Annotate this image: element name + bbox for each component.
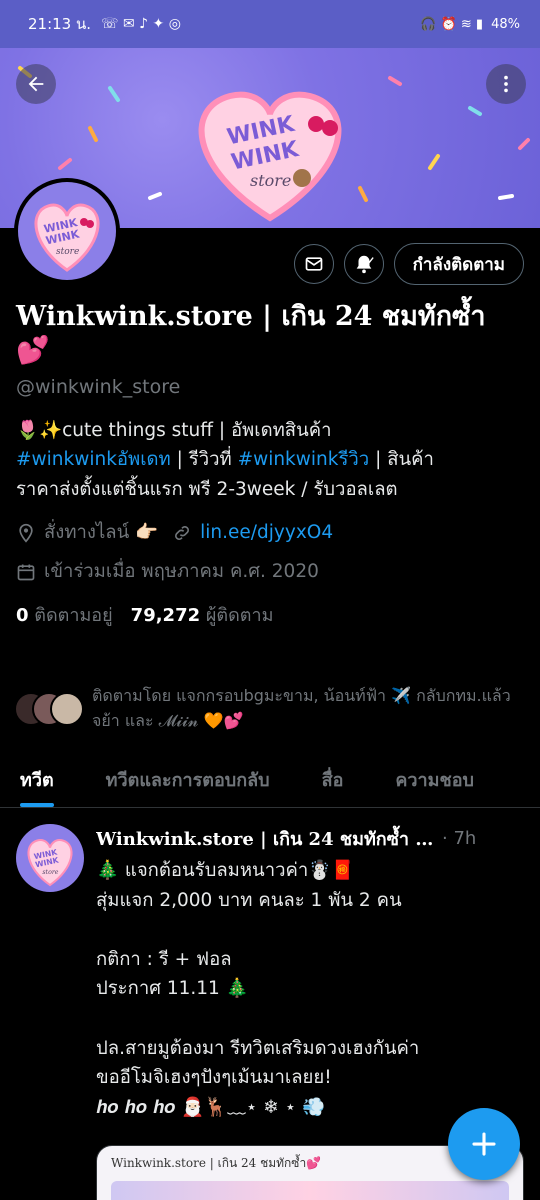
- location-icon: [19, 523, 33, 543]
- mutual-avatars: [14, 692, 84, 728]
- following-count-link[interactable]: 0 ติดตามอยู่: [16, 600, 113, 629]
- message-button[interactable]: [293, 244, 334, 284]
- bio-line-1: 🌷✨cute things stuff | อัพเดทสินค้า: [16, 419, 332, 441]
- bio: 🌷✨cute things stuff | อัพเดทสินค้า #wink…: [16, 416, 524, 505]
- website-link[interactable]: lin.ee/djyyxO4: [200, 522, 333, 543]
- following-count: 0: [16, 605, 29, 627]
- calendar-icon: [17, 564, 35, 581]
- profile-info: Winkwink.store | เกิน 24 ชมทักซ้ำ 💕 @win…: [16, 300, 524, 629]
- tweet-header: Winkwink.store | เกิน 24 ชมทักซ้ำ 💕 · 7h: [96, 820, 526, 856]
- location-link-row: สั่งทางไลน์ 👉🏻 lin.ee/djyyxO4: [16, 518, 524, 547]
- profile-avatar[interactable]: WINK WINK store: [14, 178, 120, 284]
- notifications-button[interactable]: [343, 244, 384, 284]
- mutual-avatar: [50, 692, 84, 726]
- svg-text:store: store: [56, 247, 79, 257]
- battery-level: 48%: [491, 16, 520, 32]
- tweet-avatar[interactable]: WINK WINK store: [16, 824, 84, 892]
- more-icon: [504, 75, 508, 93]
- following-button[interactable]: กำลังติดตาม: [393, 243, 524, 285]
- hashtag-update[interactable]: #winkwinkอัพเดท: [16, 449, 171, 470]
- svg-text:store: store: [250, 171, 291, 190]
- system-icons: 🎧 ⏰ ≋ ▮: [420, 16, 484, 32]
- hashtag-review[interactable]: #winkwinkรีวิว: [238, 449, 370, 470]
- location-text: สั่งทางไลน์ 👉🏻: [44, 522, 159, 544]
- tweet-avatar-logo: WINK WINK store: [16, 824, 84, 892]
- joined-date: เข้าร่วมเมื่อ พฤษภาคม ค.ศ. 2020: [44, 561, 319, 583]
- bio-end-text: | สินค้า: [369, 449, 434, 471]
- tab-media[interactable]: สื่อ: [322, 752, 344, 807]
- avatar-logo: WINK WINK store: [18, 182, 116, 280]
- following-label: ติดตามอยู่: [34, 605, 113, 627]
- notification-icons: ☏ ✉ ♪ ✦ ◎: [101, 16, 181, 32]
- bell-icon: [356, 255, 374, 274]
- followers-count-link[interactable]: 79,272 ผู้ติดตาม: [131, 600, 274, 629]
- svg-text:store: store: [42, 869, 58, 876]
- status-time: 21:13 น.: [28, 15, 92, 33]
- tweet-text: 🎄 แจกต้อนรับลมหนาวค่า☃️🧧 สุ่มแจก 2,000 บ…: [96, 860, 420, 1089]
- tab-tweets-replies[interactable]: ทวีตและการตอบกลับ: [106, 752, 270, 807]
- compose-tweet-button[interactable]: [448, 1108, 520, 1180]
- status-bar: 21:13 น. ☏ ✉ ♪ ✦ ◎ 🎧 ⏰ ≋ ▮ 48%: [0, 0, 540, 48]
- followers-label: ผู้ติดตาม: [205, 605, 274, 627]
- bio-line-2: #winkwinkอัพเดท | รีวิวที่ #winkwinkรีวิ…: [16, 445, 524, 475]
- tab-likes[interactable]: ความชอบ: [395, 752, 474, 807]
- username: @winkwink_store: [16, 375, 181, 398]
- tweet-author-name[interactable]: Winkwink.store | เกิน 24 ชมทักซ้ำ 💕: [96, 824, 436, 853]
- tweet-time: · 7h: [442, 827, 477, 849]
- compose-plus-icon: [472, 1132, 496, 1156]
- tweet-image-preview: [111, 1181, 509, 1200]
- display-name: Winkwink.store | เกิน 24 ชมทักซ้ำ 💕: [16, 301, 486, 366]
- followers-count: 79,272: [130, 605, 201, 627]
- bio-line-3: ราคาส่งตั้งแต่ชิ้นแรก พรี 2-3week / รับว…: [16, 478, 398, 500]
- mail-icon: [305, 257, 322, 271]
- followed-by-text: ติดตามโดย แจกกรอบbgมะขาม, น้อนท์ฟ้า ✈️ ก…: [92, 686, 511, 730]
- tab-tweets[interactable]: ทวีต: [20, 752, 54, 807]
- more-options-button[interactable]: [486, 64, 526, 104]
- link-icon: [175, 525, 190, 540]
- bio-mid-text: | รีวิวที่: [170, 449, 238, 471]
- joined-row: เข้าร่วมเมื่อ พฤษภาคม ค.ศ. 2020: [16, 557, 524, 586]
- back-arrow-icon: [28, 76, 44, 92]
- profile-tabs: ทวีต ทวีตและการตอบกลับ สื่อ ความชอบ: [0, 752, 540, 808]
- back-button[interactable]: [16, 64, 56, 104]
- follow-counts: 0 ติดตามอยู่ 79,272 ผู้ติดตาม: [16, 600, 524, 629]
- followed-by-row[interactable]: ติดตามโดย แจกกรอบbgมะขาม, น้อนท์ฟ้า ✈️ ก…: [14, 684, 524, 734]
